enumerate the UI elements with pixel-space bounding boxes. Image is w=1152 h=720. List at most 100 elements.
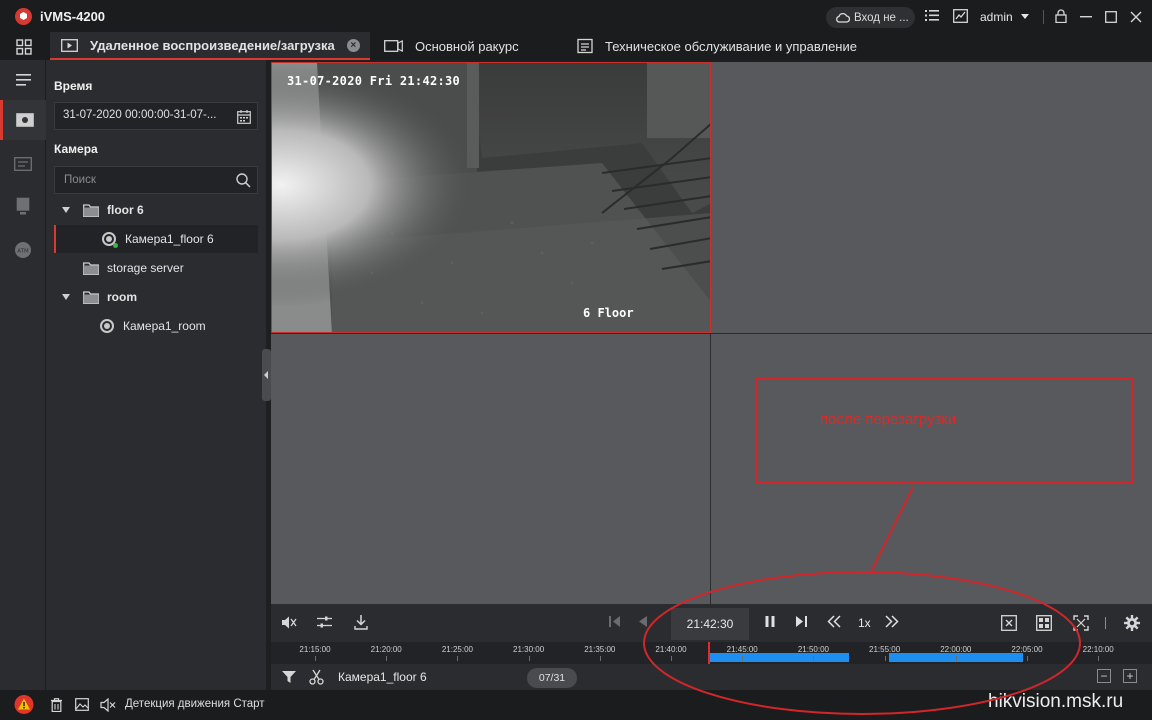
window-layout-icon[interactable] [1036, 615, 1052, 631]
divider [1043, 10, 1044, 24]
close-tab-icon[interactable]: × [346, 38, 360, 52]
maximize-icon[interactable] [1105, 11, 1117, 23]
timeline-tick-label: 22:05:00 [1011, 645, 1043, 654]
playback-icon [61, 38, 78, 52]
tab-main-view[interactable]: Основной ракурс [384, 32, 519, 60]
time-range-field[interactable]: 31-07-2020 00:00:00-31-07-... [54, 102, 258, 130]
timeline-tick [599, 656, 601, 661]
rail-playback-icon[interactable] [0, 100, 46, 140]
tab-remote-playback[interactable]: Удаленное воспроизведение/загрузка × [50, 32, 370, 60]
timeline-tick [1027, 656, 1028, 661]
timeline-tick [315, 656, 316, 661]
search-panel: Время 31-07-2020 00:00:00-31-07-... Каме… [46, 60, 266, 690]
folder-icon [83, 290, 99, 304]
title-bar: iVMS-4200 Вход не ... admin [0, 0, 1152, 32]
mute-icon[interactable] [281, 615, 297, 630]
tree-label: room [107, 290, 137, 304]
timeline-tick-label: 21:40:00 [655, 645, 687, 654]
playback-speed[interactable]: 1x [858, 616, 871, 630]
minimize-icon[interactable] [1080, 16, 1092, 18]
timeline-tick [1098, 656, 1100, 661]
task-list-icon[interactable] [925, 9, 939, 22]
next-frame-icon[interactable] [795, 615, 807, 628]
timeline-tick-label: 21:55:00 [869, 645, 901, 654]
rail-atm-icon[interactable]: ATM [0, 230, 46, 270]
rail-device-icon[interactable] [0, 186, 46, 226]
settings-gear-icon[interactable] [1124, 615, 1140, 631]
fullscreen-icon[interactable] [1073, 615, 1089, 631]
calendar-icon[interactable] [237, 110, 251, 124]
tree-label: Камера1_room [123, 319, 206, 333]
timeline-tick-label: 21:15:00 [299, 645, 331, 654]
folder-icon [83, 203, 99, 217]
monitor-chart-icon[interactable] [953, 9, 968, 23]
maintenance-icon [577, 38, 593, 54]
cloud-login-label: Вход не ... [854, 11, 909, 24]
user-dropdown-icon[interactable] [1021, 14, 1029, 19]
expand-caret-icon[interactable] [62, 207, 70, 213]
reverse-play-icon[interactable] [638, 615, 648, 628]
search-input[interactable] [55, 167, 225, 193]
playback-timeline[interactable]: 21:15:00 21:20:00 21:25:00 21:30:00 21:35:00… [271, 642, 1152, 664]
camera-icon [100, 319, 114, 333]
pause-icon[interactable] [765, 615, 775, 628]
video-pane-1[interactable]: 31-07-2020 Fri 21:42:30 6 Floor [271, 62, 711, 333]
sound-off-icon[interactable] [100, 698, 116, 712]
camera-search-field [54, 166, 258, 194]
tab-label: Техническое обслуживание и управление [605, 38, 857, 54]
panel-collapse-handle[interactable] [262, 349, 271, 401]
tree-folder-floor6[interactable]: floor 6 [54, 196, 258, 224]
previous-frame-icon[interactable] [609, 615, 621, 628]
timeline-tick-label: 21:25:00 [441, 645, 473, 654]
speed-up-icon[interactable] [885, 615, 899, 628]
video-pane-3[interactable] [271, 334, 710, 604]
module-tab-bar: Удаленное воспроизведение/загрузка × Осн… [0, 32, 1152, 60]
tab-label: Основной ракурс [415, 38, 519, 54]
timeline-tick [528, 656, 530, 661]
module-grid-icon[interactable] [16, 39, 32, 55]
download-icon[interactable] [354, 615, 368, 630]
alarm-warning-icon[interactable] [14, 695, 34, 714]
menu-icon[interactable] [0, 60, 46, 100]
trash-icon[interactable] [51, 698, 62, 712]
zoom-out-button[interactable]: − [1097, 669, 1111, 683]
filter-icon[interactable] [282, 670, 296, 684]
zoom-in-button[interactable]: + [1123, 669, 1137, 683]
tree-label: Камера1_floor 6 [125, 232, 214, 246]
adjust-icon[interactable] [317, 615, 332, 629]
stop-all-icon[interactable] [1001, 615, 1017, 631]
expand-caret-icon[interactable] [62, 294, 70, 300]
image-icon[interactable] [75, 698, 89, 711]
camera-section-label: Камера [54, 142, 98, 156]
tree-camera-floor6[interactable]: Камера1_floor 6 [54, 225, 258, 253]
time-range-value: 31-07-2020 00:00:00-31-07-... [63, 109, 217, 121]
timeline-tick [884, 656, 886, 661]
recording-segment[interactable] [708, 653, 849, 662]
rail-event-icon[interactable] [0, 144, 46, 184]
camera-frame-image [272, 63, 710, 332]
timeline-tick-label: 21:50:00 [797, 645, 829, 654]
app-logo-icon [15, 8, 32, 25]
search-icon[interactable] [236, 173, 251, 188]
clip-scissors-icon[interactable] [309, 669, 324, 685]
folder-icon [83, 261, 99, 275]
date-selector[interactable]: 07/31 [527, 668, 577, 688]
cloud-login-button[interactable]: Вход не ... [826, 7, 915, 28]
timeline-cursor[interactable] [708, 642, 710, 664]
annotation-text: после перезагрузки [820, 411, 957, 428]
video-pane-2[interactable] [711, 62, 1152, 333]
timeline-tick-label: 22:10:00 [1082, 645, 1114, 654]
tree-label: storage server [107, 261, 184, 275]
time-section-label: Время [54, 79, 93, 93]
timeline-tick [955, 656, 957, 661]
tree-folder-room[interactable]: room [54, 283, 258, 311]
divider [1105, 617, 1106, 629]
tree-folder-storage[interactable]: storage server [54, 254, 258, 282]
lock-icon[interactable] [1055, 9, 1067, 23]
close-window-icon[interactable] [1130, 11, 1142, 23]
tree-camera-room[interactable]: Камера1_room [54, 312, 258, 340]
tab-maintenance[interactable]: Техническое обслуживание и управление [577, 32, 857, 60]
user-name[interactable]: admin [980, 10, 1013, 24]
current-time-display: 21:42:30 [671, 608, 749, 640]
slow-down-icon[interactable] [827, 615, 841, 628]
